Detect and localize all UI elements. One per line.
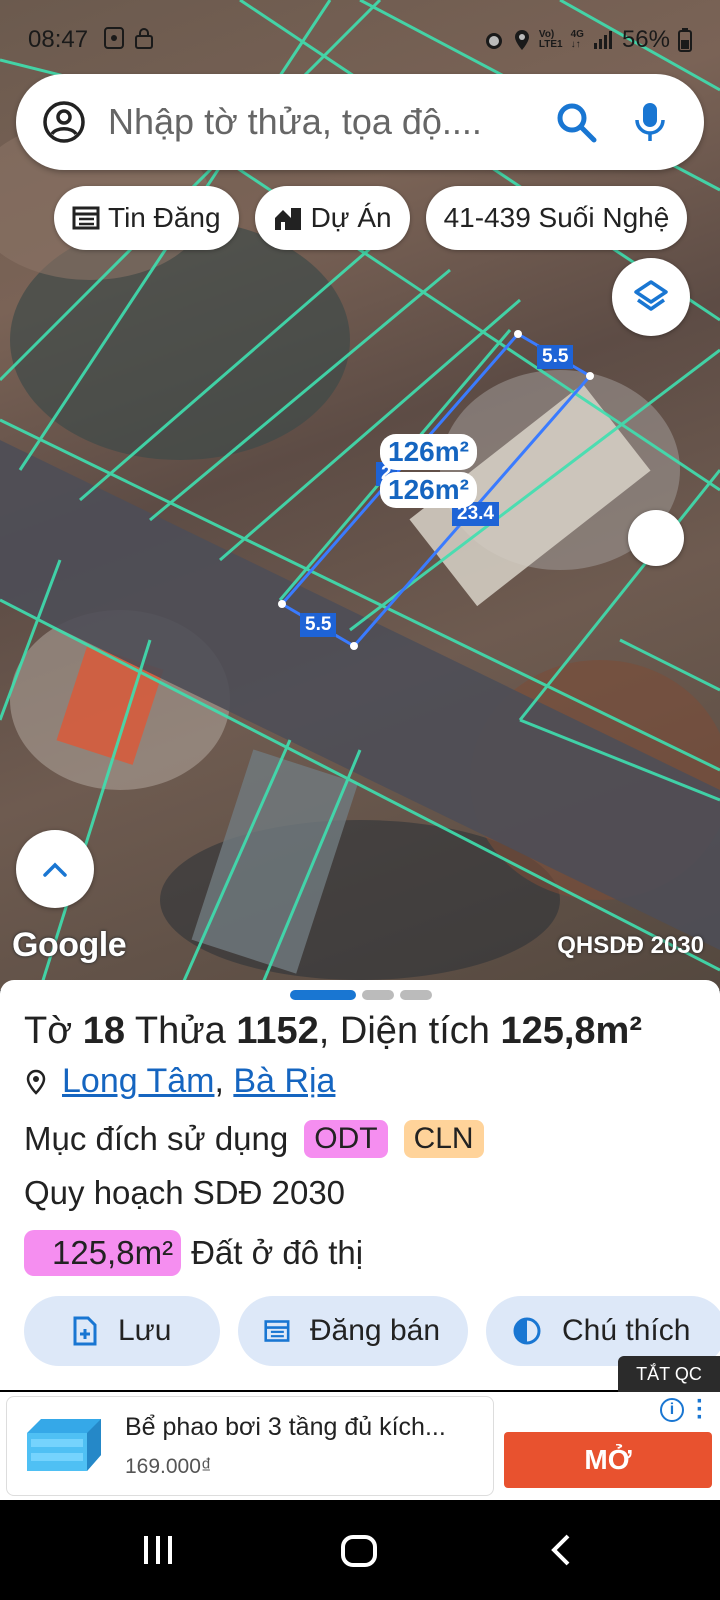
buildings-icon [274, 208, 301, 230]
signal-icon [593, 31, 612, 49]
locate-button[interactable] [628, 510, 684, 566]
ward-link[interactable]: Long Tâm [62, 1062, 214, 1101]
search-bar[interactable] [16, 74, 704, 170]
layers-button[interactable] [612, 258, 690, 336]
search-input[interactable] [108, 101, 548, 143]
account-icon[interactable] [42, 100, 86, 144]
screenshot-icon [104, 27, 124, 49]
file-add-icon [73, 1316, 97, 1346]
chip-location[interactable]: 41-439 Suối Nghệ [425, 186, 688, 250]
expand-sheet-button[interactable] [16, 830, 94, 908]
alarm-icon [485, 33, 502, 49]
legend-button-label: Chú thích [562, 1314, 691, 1347]
battery-percent: 56% [621, 26, 670, 53]
ad-title: Bể phao bơi 3 tầng đủ kích... [125, 1413, 446, 1441]
chip-listings-label: Tin Đăng [108, 202, 221, 233]
calendar-list-icon [264, 1320, 290, 1342]
filter-chips: Tin Đăng Dự Án 41-439 Suối Nghệ [54, 186, 688, 250]
sheet-label: Tờ [24, 1010, 73, 1052]
ad-more-icon[interactable]: · · · [696, 1390, 704, 1430]
separator-comma: , [214, 1062, 234, 1100]
area-value: 125,8m² [500, 1010, 642, 1052]
chip-projects-label: Dự Án [310, 202, 392, 233]
google-logo: Google [12, 926, 127, 964]
area-label: 126m² [380, 472, 477, 508]
microphone-icon[interactable] [628, 100, 672, 144]
post-sale-button[interactable]: Đăng bán [238, 1296, 468, 1366]
dimension-label: 5.5 [537, 345, 574, 369]
area-label: 126m² [380, 434, 477, 470]
post-sale-button-label: Đăng bán [309, 1314, 440, 1347]
planning-type: Đất ở đô thị [191, 1234, 364, 1271]
city-link[interactable]: Bà Rịa [233, 1062, 335, 1101]
area-label: Diện tích [339, 1010, 490, 1052]
save-button[interactable]: Lưu [24, 1296, 220, 1366]
layers-icon [634, 280, 668, 311]
chevron-up-icon [43, 862, 67, 877]
ad-banner[interactable]: Bể phao bơi 3 tầng đủ kích... 169.000₫ i… [0, 1390, 720, 1500]
system-nav-bar [0, 1500, 720, 1600]
chip-listings[interactable]: Tin Đăng [54, 186, 239, 250]
usage-badge-odt: ODT [304, 1120, 388, 1158]
battery-icon [678, 28, 692, 52]
recent-apps-icon[interactable] [140, 1534, 176, 1566]
chip-projects[interactable]: Dự Án [254, 186, 410, 250]
planning-label: Quy hoạch SDĐ 2030 [24, 1174, 346, 1211]
usage-row: Mục đích sử dụng ODT CLN [24, 1120, 484, 1158]
usage-badge-cln: CLN [403, 1120, 484, 1158]
contrast-icon [513, 1317, 541, 1345]
parcel-label: Thửa [134, 1010, 226, 1052]
planning-area: 125,8m² [24, 1230, 182, 1276]
parcel-title: Tờ 18 Thửa 1152, Diện tích 125,8m² [24, 1010, 642, 1053]
hide-ads-button[interactable]: TẮT QC [618, 1356, 720, 1392]
parcel-info-sheet[interactable]: Tờ 18 Thửa 1152, Diện tích 125,8m² Long … [0, 980, 720, 1390]
parcel-number: 1152 [236, 1010, 319, 1052]
plan-label: QHSDĐ 2030 [557, 932, 704, 959]
location-icon [514, 30, 529, 50]
action-buttons: Lưu Đăng bán Chú thích [24, 1296, 720, 1366]
status-bar: 08:47 Vo) LTE1 4G ↓↑ 56% [0, 0, 720, 80]
back-icon[interactable] [548, 1534, 572, 1566]
status-time: 08:47 [28, 26, 89, 53]
ad-price: 169.000₫ [125, 1455, 212, 1478]
home-icon[interactable] [340, 1534, 378, 1568]
location-pin-icon [26, 1069, 46, 1095]
ad-card[interactable]: Bể phao bơi 3 tầng đủ kích... 169.000₫ [6, 1396, 494, 1496]
sheet-number: 18 [82, 1010, 125, 1052]
ad-info-icon[interactable]: i [660, 1398, 684, 1422]
chip-location-label: 41-439 Suối Nghệ [443, 202, 670, 233]
usage-label: Mục đích sử dụng [24, 1120, 289, 1157]
sheet-page-indicator [290, 990, 432, 1000]
parcel-location: Long Tâm, Bà Rịa [24, 1062, 335, 1101]
search-icon[interactable] [554, 100, 598, 144]
dimension-label: 5.5 [300, 613, 337, 637]
calendar-list-icon [72, 206, 100, 230]
volte-icon: Vo) LTE1 [538, 29, 563, 50]
lock-icon [135, 28, 153, 49]
ad-product-image [27, 1419, 101, 1471]
separator-comma: , [318, 1010, 330, 1052]
ad-open-button[interactable]: MỞ [504, 1432, 712, 1488]
planning-row: 125,8m² Đất ở đô thị [24, 1230, 363, 1276]
network-4g-icon: 4G ↓↑ [570, 29, 584, 50]
save-button-label: Lưu [118, 1314, 172, 1347]
